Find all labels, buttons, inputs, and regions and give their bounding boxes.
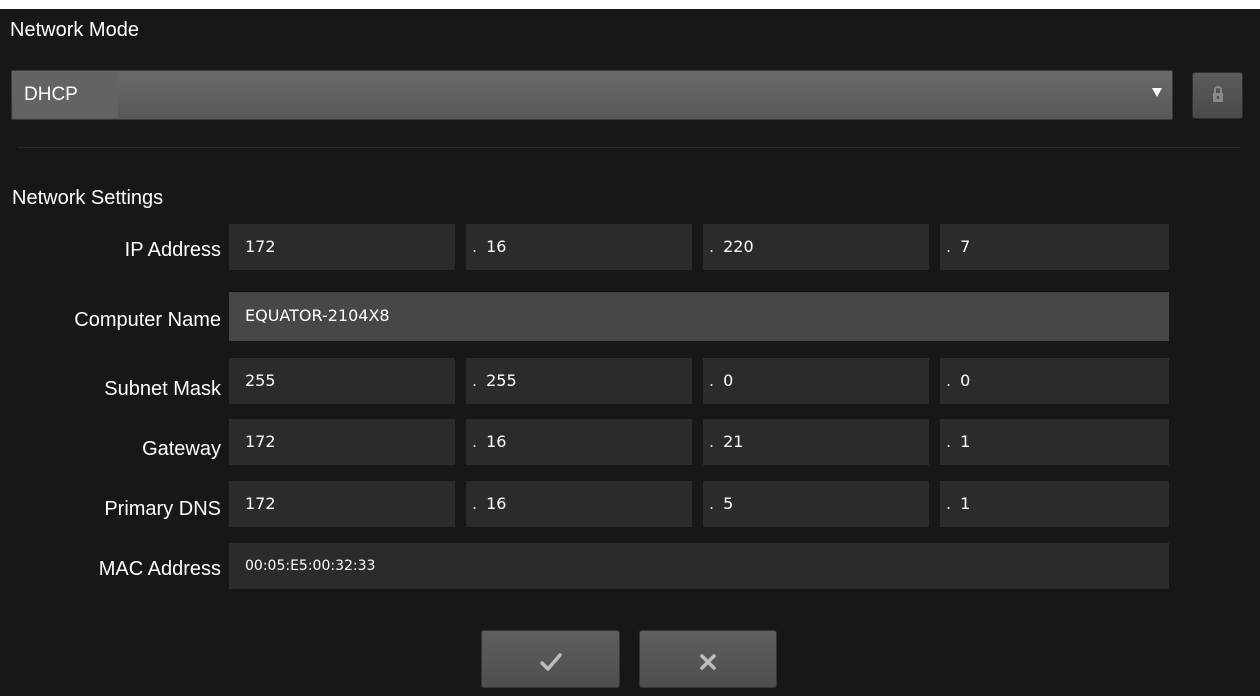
network-panel: Network Mode DHCP Network Settings IP Ad… [0, 9, 1260, 696]
lock-icon [1213, 86, 1223, 102]
gateway-octet-3-input[interactable]: . 21 [703, 419, 929, 465]
dns-octet-1-input[interactable]: 172 [229, 481, 455, 527]
subnet-octet-4-input[interactable]: .0 [940, 358, 1169, 404]
confirm-button[interactable] [481, 630, 620, 688]
gateway-octet-4-input[interactable]: .1 [940, 419, 1169, 465]
network-mode-dropdown[interactable]: DHCP [11, 70, 1173, 120]
cancel-button[interactable] [639, 630, 777, 688]
subnet-octet-1-input[interactable]: 255 [229, 358, 455, 404]
mac-address-label: MAC Address [98, 558, 221, 580]
ip-address-label: IP Address [124, 239, 221, 261]
dns-octet-2-input[interactable]: . 16 [466, 481, 692, 527]
subnet-mask-label: Subnet Mask [104, 378, 221, 400]
ip-octet-1-input[interactable]: 172 [229, 224, 455, 270]
primary-dns-label: Primary DNS [104, 498, 221, 520]
dns-octet-3-input[interactable]: .5 [703, 481, 929, 527]
lock-button[interactable] [1192, 72, 1243, 119]
ip-octet-3-input[interactable]: . 220 [703, 224, 929, 270]
dropdown-arrow-icon [1152, 88, 1162, 97]
ip-octet-2-input[interactable]: . 16 [466, 224, 692, 270]
subnet-octet-3-input[interactable]: .0 [703, 358, 929, 404]
computer-name-input[interactable]: EQUATOR-2104X8 [229, 291, 1169, 341]
subnet-octet-2-input[interactable]: . 255 [466, 358, 692, 404]
gateway-octet-2-input[interactable]: . 16 [466, 419, 692, 465]
computer-name-label: Computer Name [74, 309, 221, 331]
ip-octet-4-input[interactable]: .7 [940, 224, 1169, 270]
gateway-label: Gateway [142, 438, 221, 460]
dns-octet-4-input[interactable]: .1 [940, 481, 1169, 527]
checkmark-icon [539, 653, 562, 671]
network-mode-value: DHCP [13, 72, 118, 118]
section-divider [18, 147, 1240, 148]
network-mode-label: Network Mode [10, 19, 139, 41]
close-icon [700, 654, 716, 670]
network-settings-label: Network Settings [12, 187, 164, 209]
mac-address-field: 00:05:E5:00:32:33 [229, 543, 1169, 589]
gateway-octet-1-input[interactable]: 172 [229, 419, 455, 465]
